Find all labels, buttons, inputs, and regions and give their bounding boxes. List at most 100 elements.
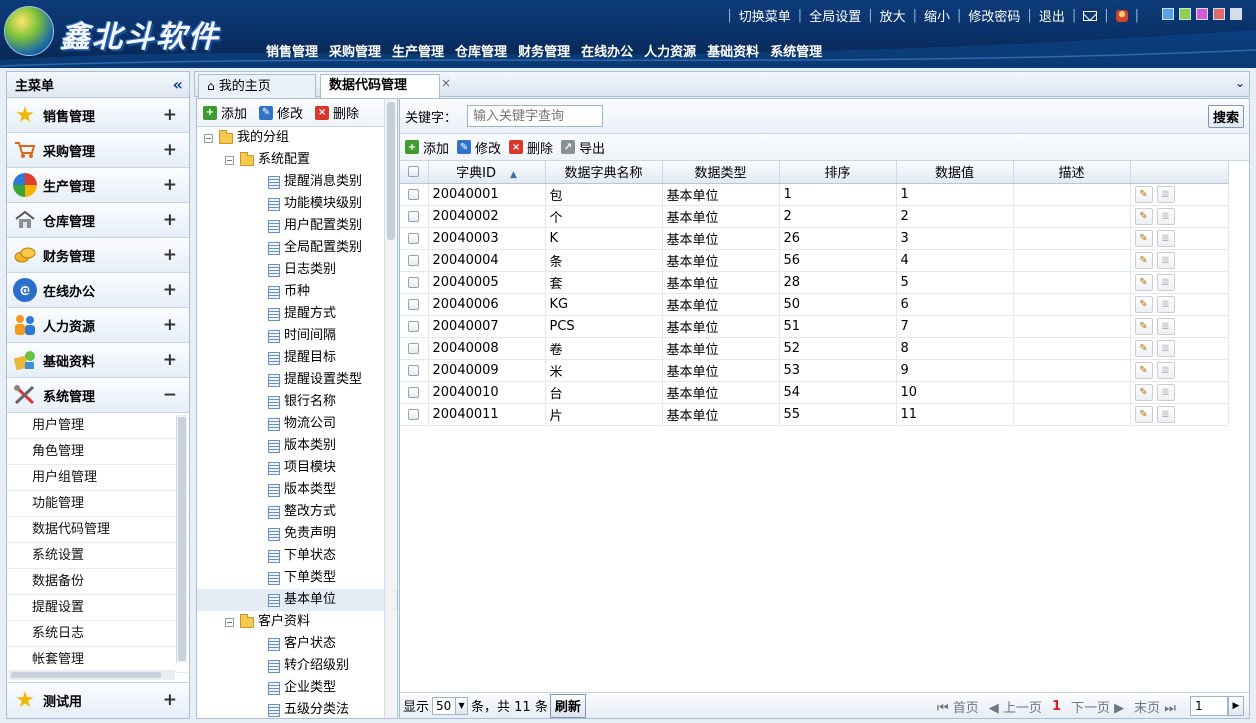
tree-node-item[interactable]: 五级分类法	[197, 699, 397, 718]
grid-export-button[interactable]: ↗ 导出	[561, 138, 605, 157]
tree-node-item[interactable]: 银行名称	[197, 391, 397, 413]
tree-collapse-icon[interactable]: −	[204, 133, 213, 143]
row-checkbox[interactable]	[408, 386, 420, 398]
sidebar-item-function-management[interactable]: 功能管理	[7, 491, 189, 517]
table-row[interactable]: 20040011 片基本单位 55 11 ✎ ≣	[400, 403, 1229, 426]
scrollbar-thumb[interactable]	[178, 417, 186, 661]
row-edit-icon[interactable]: ✎	[1134, 405, 1153, 423]
sidebar-group-test[interactable]: ★ 测试用 +	[7, 683, 189, 718]
table-row[interactable]: 20040010 台基本单位 54 10 ✎ ≣	[400, 381, 1229, 404]
sidebar-item-system-log[interactable]: 系统日志	[7, 621, 189, 647]
row-view-icon[interactable]: ≣	[1156, 405, 1175, 423]
row-checkbox-cell[interactable]	[400, 359, 429, 382]
sidebar-group-production[interactable]: 生产管理 +	[7, 168, 189, 203]
tab-data-code-management[interactable]: 数据代码管理 ×	[320, 74, 451, 99]
search-button[interactable]: 搜索	[1208, 105, 1244, 128]
global-settings-link[interactable]: 全局设置	[809, 6, 861, 25]
tree-edit-button[interactable]: ✎ 修改	[259, 103, 303, 122]
row-checkbox-cell[interactable]	[400, 315, 429, 338]
row-view-icon[interactable]: ≣	[1156, 317, 1175, 335]
sidebar-group-office[interactable]: @ 在线办公 +	[7, 273, 189, 308]
row-checkbox-cell[interactable]	[400, 205, 429, 228]
skin-swatch-gray[interactable]	[1230, 8, 1242, 20]
row-checkbox-cell[interactable]	[400, 227, 429, 250]
scrollbar-thumb[interactable]	[387, 102, 395, 240]
sidebar-group-finance[interactable]: 财务管理 +	[7, 238, 189, 273]
tree-node-item[interactable]: 企业类型	[197, 677, 397, 699]
expand-icon[interactable]: +	[163, 210, 177, 230]
grid-add-button[interactable]: + 添加	[405, 138, 449, 157]
sidebar-item-system-settings[interactable]: 系统设置	[7, 543, 189, 569]
table-row[interactable]: 20040006 KG 基本单位 50 6 ✎ ≣	[400, 293, 1229, 316]
last-page-button[interactable]: 末页 ⏭	[1134, 697, 1176, 716]
row-view-icon[interactable]: ≣	[1156, 295, 1175, 313]
row-checkbox-cell[interactable]	[400, 381, 429, 404]
close-icon[interactable]: ×	[441, 72, 451, 94]
column-header-sort[interactable]: 排序	[779, 161, 897, 184]
expand-icon[interactable]: +	[163, 690, 177, 710]
tab-home[interactable]: ⌂ 我的主页	[198, 74, 316, 98]
nav-purchase[interactable]: 采购管理	[329, 41, 381, 60]
expand-icon[interactable]: +	[163, 105, 177, 125]
sidebar-group-purchase[interactable]: 采购管理 +	[7, 133, 189, 168]
row-view-icon[interactable]: ≣	[1156, 339, 1175, 357]
sidebar-group-sales[interactable]: ★ 销售管理 +	[7, 98, 189, 133]
tree-delete-button[interactable]: × 删除	[315, 103, 359, 122]
column-header-id[interactable]: 字典ID ▲	[428, 161, 546, 184]
refresh-button[interactable]: 刷新	[549, 693, 586, 718]
row-edit-icon[interactable]: ✎	[1134, 229, 1153, 247]
scrollbar-thumb[interactable]	[11, 672, 161, 678]
sidebar-item-role-management[interactable]: 角色管理	[7, 439, 189, 465]
grid-delete-button[interactable]: × 删除	[509, 138, 553, 157]
table-row[interactable]: 20040003 K 基本单位 26 3 ✎ ≣	[400, 227, 1229, 250]
table-row[interactable]: 20040004 条基本单位 56 4 ✎ ≣	[400, 249, 1229, 272]
row-view-icon[interactable]: ≣	[1156, 273, 1175, 291]
row-edit-icon[interactable]: ✎	[1134, 185, 1153, 203]
mail-icon[interactable]	[1083, 10, 1098, 21]
row-view-icon[interactable]: ≣	[1156, 361, 1175, 379]
tree-node-item[interactable]: 时间间隔	[197, 325, 397, 347]
grid-edit-button[interactable]: ✎ 修改	[457, 138, 501, 157]
tree-node-item[interactable]: 转介绍级别	[197, 655, 397, 677]
select-all-checkbox-cell[interactable]	[400, 161, 429, 184]
change-password-link[interactable]: 修改密码	[968, 6, 1020, 25]
sidebar-group-system[interactable]: 系统管理 −	[7, 378, 189, 413]
select-all-checkbox[interactable]	[408, 166, 420, 178]
nav-sales[interactable]: 销售管理	[266, 41, 318, 60]
keyword-input[interactable]	[467, 105, 604, 127]
row-edit-icon[interactable]: ✎	[1134, 207, 1153, 225]
row-checkbox[interactable]	[408, 210, 420, 222]
collapse-icon[interactable]: −	[163, 385, 177, 405]
tree-node-item[interactable]: 提醒消息类别	[197, 171, 397, 193]
expand-icon[interactable]: +	[163, 175, 177, 195]
tree-node-item[interactable]: 版本类别	[197, 435, 397, 457]
skin-swatch-blue[interactable]	[1162, 8, 1174, 20]
row-edit-icon[interactable]: ✎	[1134, 339, 1153, 357]
submenu-horizontal-scrollbar[interactable]	[9, 670, 175, 680]
table-row[interactable]: 20040001 包基本单位 1 1 ✎ ≣	[400, 183, 1229, 206]
page-size-select[interactable]: 50 ▼	[432, 696, 469, 715]
row-checkbox-cell[interactable]	[400, 183, 429, 206]
sidebar-group-warehouse[interactable]: 仓库管理 +	[7, 203, 189, 238]
table-row[interactable]: 20040008 卷基本单位 52 8 ✎ ≣	[400, 337, 1229, 360]
tree-node-item[interactable]: 提醒方式	[197, 303, 397, 325]
row-checkbox-cell[interactable]	[400, 337, 429, 360]
collapse-sidebar-icon[interactable]: «	[173, 75, 183, 94]
column-header-value[interactable]: 数据值	[896, 161, 1014, 184]
tree-node-item[interactable]: 下单状态	[197, 545, 397, 567]
sidebar-group-hr[interactable]: 人力资源 +	[7, 308, 189, 343]
table-row[interactable]: 20040005 套基本单位 28 5 ✎ ≣	[400, 271, 1229, 294]
nav-warehouse[interactable]: 仓库管理	[455, 41, 507, 60]
tree-node-root[interactable]: − 我的分组	[197, 127, 397, 149]
sidebar-item-user-management[interactable]: 用户管理	[7, 413, 189, 439]
tree-node-item[interactable]: 客户状态	[197, 633, 397, 655]
row-checkbox[interactable]	[408, 408, 420, 420]
expand-icon[interactable]: +	[163, 350, 177, 370]
tree-node-item[interactable]: 币种	[197, 281, 397, 303]
row-view-icon[interactable]: ≣	[1156, 229, 1175, 247]
tree-node-customer-data[interactable]: − 客户资料	[197, 611, 397, 633]
tree-node-item[interactable]: 全局配置类别	[197, 237, 397, 259]
row-checkbox[interactable]	[408, 342, 420, 354]
tree-collapse-icon[interactable]: −	[225, 617, 234, 627]
nav-production[interactable]: 生产管理	[392, 41, 444, 60]
